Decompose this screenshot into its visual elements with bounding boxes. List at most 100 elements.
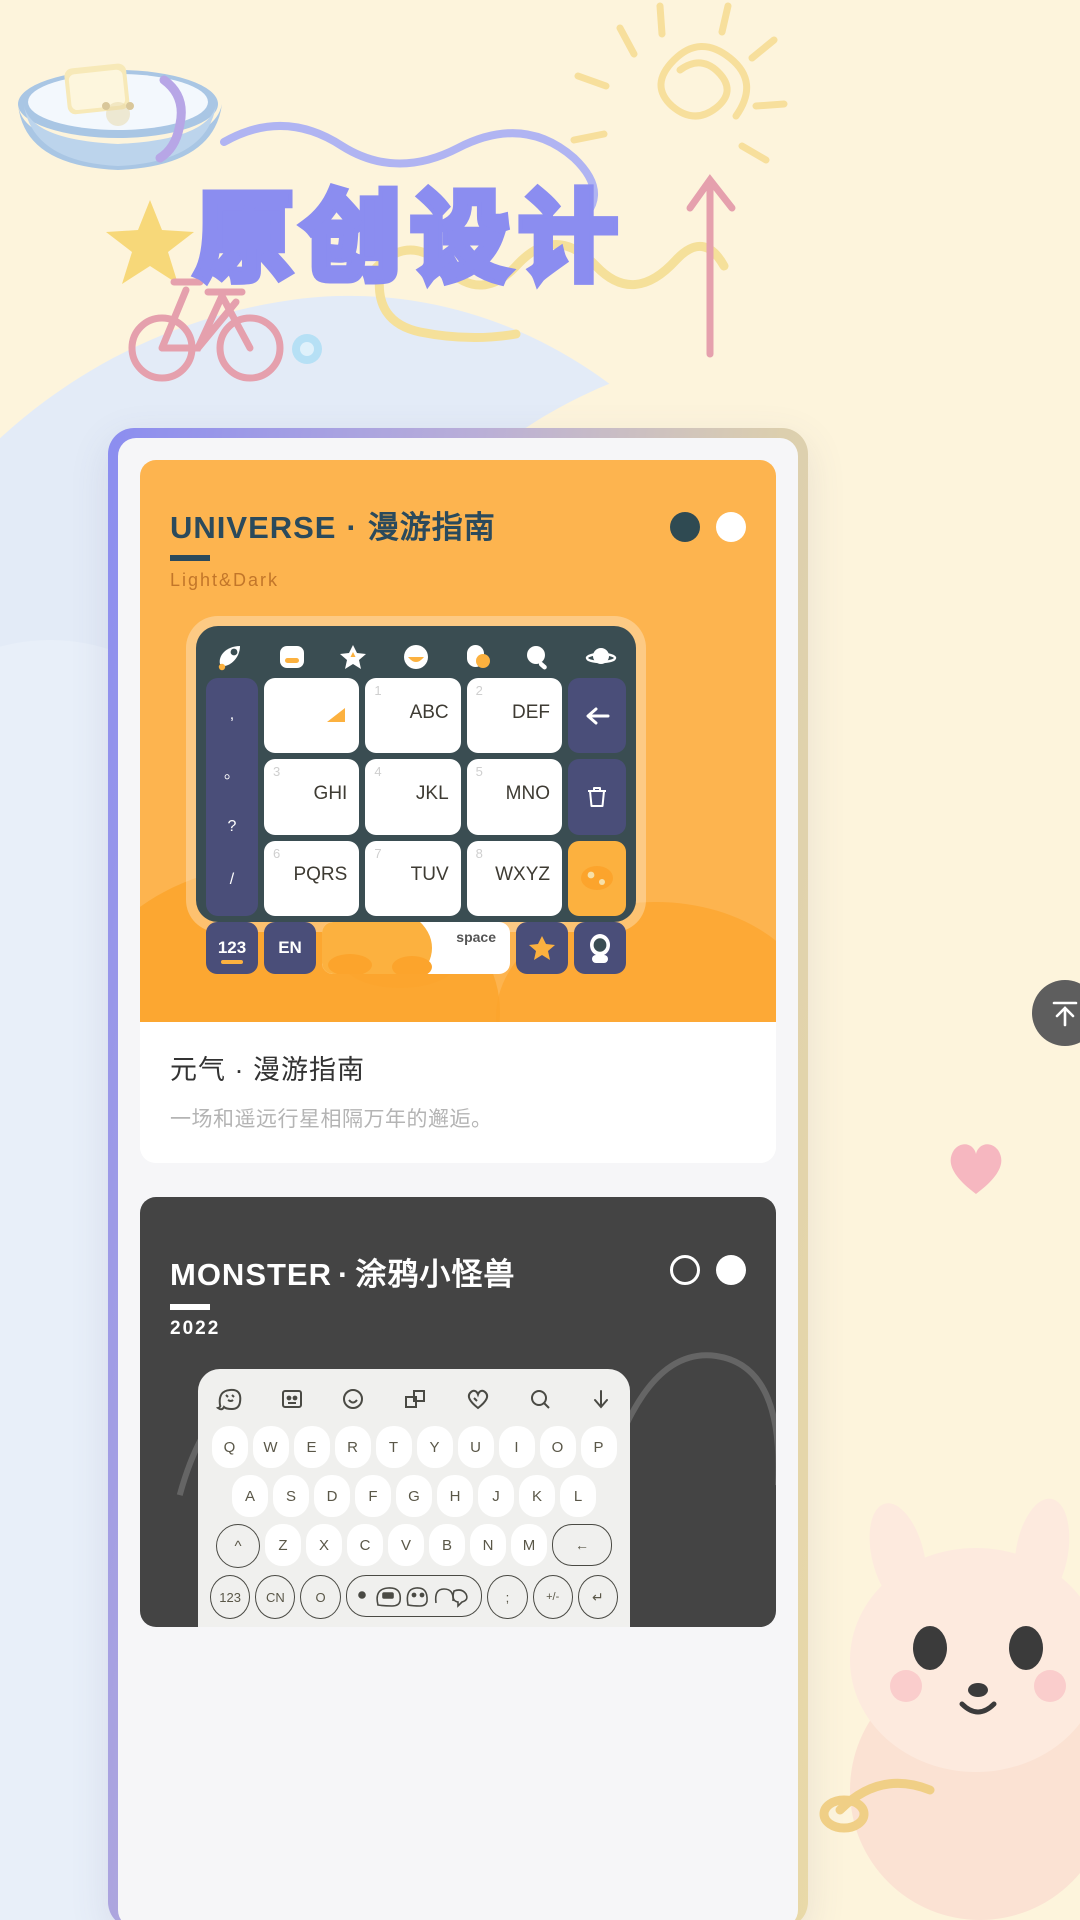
emoji-icon[interactable]: [402, 644, 430, 670]
sticker-star-key[interactable]: [516, 922, 568, 974]
shift-key[interactable]: ^: [216, 1524, 260, 1568]
key-z[interactable]: Z: [265, 1524, 301, 1566]
light-mode-dot[interactable]: [716, 512, 746, 542]
key-pqrs[interactable]: 6 PQRS: [264, 840, 360, 916]
theme-mode-toggle-monster[interactable]: [670, 1255, 746, 1285]
punctuation-column[interactable]: , 。 ? /: [206, 678, 258, 916]
theme-card-monster[interactable]: MONSTER · 涂鸦小怪兽 2022 Q W E R T Y U I O P…: [140, 1197, 776, 1627]
language-key-en[interactable]: EN: [264, 922, 316, 974]
semicolon-key[interactable]: ;: [487, 1575, 528, 1619]
clipboard-icon[interactable]: [403, 1387, 427, 1411]
keyboard-icon[interactable]: [279, 645, 305, 669]
numeric-key-123[interactable]: 123: [210, 1575, 251, 1619]
key-h[interactable]: H: [437, 1475, 473, 1517]
heart-icon: [944, 1138, 1008, 1196]
keyboard-bottom-row: 123 EN space: [206, 922, 626, 974]
card-title-en: UNIVERSE: [170, 510, 337, 545]
key-label: GHI: [313, 782, 348, 804]
card-title-en: MONSTER: [170, 1257, 332, 1292]
key-o[interactable]: O: [539, 1426, 576, 1468]
key-1[interactable]: [264, 678, 360, 754]
keyboard-row-3: ^ Z X C V B N M ←: [210, 1524, 618, 1568]
punct-slash[interactable]: /: [230, 871, 234, 889]
key-n[interactable]: N: [470, 1524, 506, 1566]
theme-card-universe[interactable]: UNIVERSE · 漫游指南 Light&Dark , 。 ? / 1 ABC…: [140, 460, 776, 1163]
space-key-doodle[interactable]: [345, 1575, 483, 1617]
collapse-icon[interactable]: [590, 1387, 612, 1411]
key-s[interactable]: S: [273, 1475, 309, 1517]
theme-card-info-universe: 元气 · 漫游指南 一场和遥远行星相隔万年的邂逅。: [140, 1022, 776, 1163]
key-g[interactable]: G: [396, 1475, 432, 1517]
planet-icon[interactable]: [585, 645, 617, 669]
enter-key[interactable]: ↵: [577, 1575, 618, 1619]
punct-question[interactable]: ?: [228, 818, 237, 836]
key-c[interactable]: C: [347, 1524, 383, 1566]
key-jkl[interactable]: 4 JKL: [365, 759, 461, 835]
language-key-cn[interactable]: CN: [255, 1575, 296, 1619]
key-number: 8: [475, 845, 483, 861]
emoji-icon[interactable]: [341, 1387, 365, 1411]
rocket-icon[interactable]: [216, 644, 244, 671]
key-y[interactable]: Y: [416, 1426, 453, 1468]
key-u[interactable]: U: [457, 1426, 494, 1468]
key-tuv[interactable]: 7 TUV: [365, 840, 461, 916]
key-number: 5: [475, 764, 483, 780]
keyboard-row: 1 ABC 2 DEF: [264, 678, 562, 754]
punct-comma[interactable]: ,: [230, 706, 234, 724]
dark-mode-dot[interactable]: [670, 512, 700, 542]
numeric-key-123[interactable]: 123: [206, 922, 258, 974]
space-key[interactable]: space: [322, 922, 510, 974]
cheese-key[interactable]: [568, 840, 626, 916]
bowl-icon: [10, 62, 230, 192]
sticker-icon[interactable]: [465, 644, 491, 670]
key-number: 1: [374, 683, 382, 698]
key-e[interactable]: E: [293, 1426, 330, 1468]
light-mode-dot[interactable]: [670, 1255, 700, 1285]
key-m[interactable]: M: [511, 1524, 547, 1566]
key-q[interactable]: Q: [211, 1426, 248, 1468]
numeric-key-label: 123: [217, 938, 247, 957]
title-underline-rule: [170, 555, 210, 561]
key-l[interactable]: L: [560, 1475, 596, 1517]
astronaut-enter-key[interactable]: [574, 922, 626, 974]
key-b[interactable]: B: [429, 1524, 465, 1566]
keyboard-preview-t9: , 。 ? / 1 ABC 2 DEF 3 GHI 4 JKL 5 MNO 6 …: [196, 626, 636, 974]
key-p[interactable]: P: [580, 1426, 617, 1468]
key-a[interactable]: A: [232, 1475, 268, 1517]
keyboard-main-keys: 1 ABC 2 DEF 3 GHI 4 JKL 5 MNO 6 PQRS 7 T…: [264, 678, 562, 916]
dark-mode-dot[interactable]: [716, 1255, 746, 1285]
key-v[interactable]: V: [388, 1524, 424, 1566]
key-ghi[interactable]: 3 GHI: [264, 759, 360, 835]
key-def[interactable]: 2 DEF: [466, 678, 562, 754]
search-icon[interactable]: [528, 1387, 552, 1411]
key-f[interactable]: F: [355, 1475, 391, 1517]
key-j[interactable]: J: [478, 1475, 514, 1517]
star-icon[interactable]: [339, 644, 367, 670]
delete-icon[interactable]: [568, 759, 626, 835]
monster-icon[interactable]: [215, 1387, 242, 1411]
plus-minus-key[interactable]: +/-: [532, 1575, 573, 1619]
search-icon[interactable]: [525, 644, 551, 670]
sticker-icon[interactable]: [280, 1387, 304, 1411]
backspace-icon[interactable]: [568, 678, 626, 754]
key-label: ABC: [409, 701, 449, 723]
key-w[interactable]: W: [252, 1426, 289, 1468]
phone-mockup: UNIVERSE · 漫游指南 Light&Dark , 。 ? / 1 ABC…: [108, 428, 808, 1920]
key-mno[interactable]: 5 MNO: [466, 759, 562, 835]
punctuation-key[interactable]: , 。 ? /: [206, 678, 258, 916]
key-label: MNO: [505, 782, 550, 804]
theme-mode-toggle-universe[interactable]: [670, 512, 746, 542]
key-t[interactable]: T: [375, 1426, 412, 1468]
key-x[interactable]: X: [306, 1524, 342, 1566]
key-wxyz[interactable]: 8 WXYZ: [466, 840, 562, 916]
key-abc[interactable]: 1 ABC: [365, 678, 461, 754]
punct-period[interactable]: 。: [224, 759, 240, 783]
key-r[interactable]: R: [334, 1426, 371, 1468]
key-k[interactable]: K: [519, 1475, 555, 1517]
backspace-key[interactable]: ←: [552, 1524, 612, 1566]
globe-key[interactable]: O: [300, 1575, 341, 1619]
key-i[interactable]: I: [498, 1426, 535, 1468]
key-d[interactable]: D: [314, 1475, 350, 1517]
heart-icon[interactable]: [465, 1387, 491, 1411]
keyboard-preview-qwerty: Q W E R T Y U I O P A S D F G H J K L ^ …: [198, 1369, 630, 1627]
